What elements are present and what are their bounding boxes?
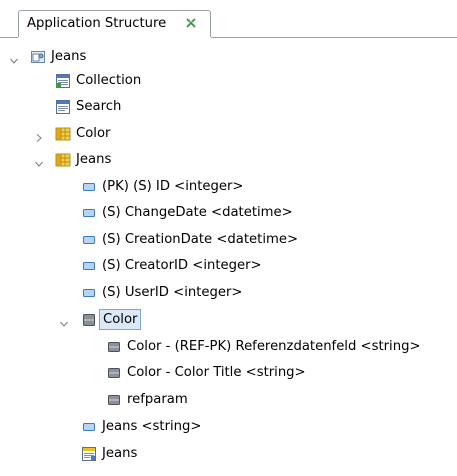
field-icon bbox=[81, 232, 97, 248]
form-icon bbox=[81, 446, 97, 462]
reference-field-icon bbox=[106, 365, 122, 381]
tree-node-label: (PK) (S) ID <integer> bbox=[102, 179, 244, 194]
tree-node-jeans-table[interactable]: Jeans bbox=[0, 148, 457, 172]
tree-node-collection[interactable]: Collection bbox=[0, 69, 457, 93]
field-icon bbox=[81, 179, 97, 195]
tree-node-label: Color bbox=[76, 126, 111, 141]
tree-node-label: (S) UserID <integer> bbox=[102, 285, 243, 300]
tree-node-reference-field[interactable]: refparam bbox=[0, 388, 457, 412]
field-icon bbox=[81, 258, 97, 274]
reference-icon bbox=[81, 312, 97, 328]
search-form-icon bbox=[55, 99, 71, 115]
tab-application-structure[interactable]: Application Structure bbox=[18, 10, 211, 37]
application-structure-view: Application Structure Jeans Collection S… bbox=[0, 0, 457, 476]
tree-node-label: Color bbox=[99, 309, 142, 330]
table-icon bbox=[55, 126, 71, 142]
tab-bar: Application Structure bbox=[0, 0, 457, 38]
reference-field-icon bbox=[106, 339, 122, 355]
close-icon[interactable] bbox=[185, 17, 197, 29]
tree-node-field[interactable]: (S) CreationDate <datetime> bbox=[0, 228, 457, 252]
tree-node-form[interactable]: Jeans bbox=[0, 442, 457, 466]
application-icon bbox=[30, 49, 46, 65]
tree-node-color-table[interactable]: Color bbox=[0, 122, 457, 146]
tree-node-label: Search bbox=[76, 99, 122, 114]
chevron-down-icon[interactable] bbox=[59, 314, 69, 327]
tree-node-root[interactable]: Jeans bbox=[0, 45, 457, 69]
chevron-right-icon[interactable] bbox=[34, 128, 44, 142]
tree-node-label: (S) ChangeDate <datetime> bbox=[102, 205, 293, 220]
field-icon bbox=[81, 419, 97, 435]
collection-icon bbox=[55, 73, 71, 89]
tree-node-field[interactable]: (PK) (S) ID <integer> bbox=[0, 175, 457, 199]
tree-node-reference-field[interactable]: Color - (REF-PK) Referenzdatenfeld <stri… bbox=[0, 335, 457, 359]
chevron-down-icon[interactable] bbox=[34, 154, 44, 167]
tree-node-label: Jeans <string> bbox=[102, 419, 202, 434]
tree-node-search[interactable]: Search bbox=[0, 95, 457, 119]
tree-node-field[interactable]: (S) ChangeDate <datetime> bbox=[0, 201, 457, 225]
tree-node-label: (S) CreatorID <integer> bbox=[102, 258, 262, 273]
tree-node-label: Color - (REF-PK) Referenzdatenfeld <stri… bbox=[127, 339, 421, 354]
field-icon bbox=[81, 205, 97, 221]
tree-node-label: Jeans bbox=[51, 49, 87, 64]
structure-tree[interactable]: Jeans Collection Search Color Jeans (PK)… bbox=[0, 38, 457, 476]
reference-field-icon bbox=[106, 392, 122, 408]
tree-node-label: Color - Color Title <string> bbox=[127, 365, 306, 380]
chevron-down-icon[interactable] bbox=[9, 51, 19, 64]
tab-title: Application Structure bbox=[27, 16, 167, 31]
field-icon bbox=[81, 285, 97, 301]
tree-node-label: (S) CreationDate <datetime> bbox=[102, 232, 298, 247]
tree-node-label: refparam bbox=[127, 392, 188, 407]
table-icon bbox=[55, 152, 71, 168]
tree-node-field[interactable]: (S) CreatorID <integer> bbox=[0, 254, 457, 278]
tree-node-label: Jeans bbox=[76, 152, 112, 167]
tree-node-field[interactable]: Jeans <string> bbox=[0, 415, 457, 439]
tree-node-reference-field[interactable]: Color - Color Title <string> bbox=[0, 361, 457, 385]
tree-node-label: Collection bbox=[76, 73, 142, 88]
tree-node-color-reference[interactable]: Color bbox=[0, 308, 457, 332]
tree-node-field[interactable]: (S) UserID <integer> bbox=[0, 281, 457, 305]
tree-node-label: Jeans bbox=[102, 446, 138, 461]
